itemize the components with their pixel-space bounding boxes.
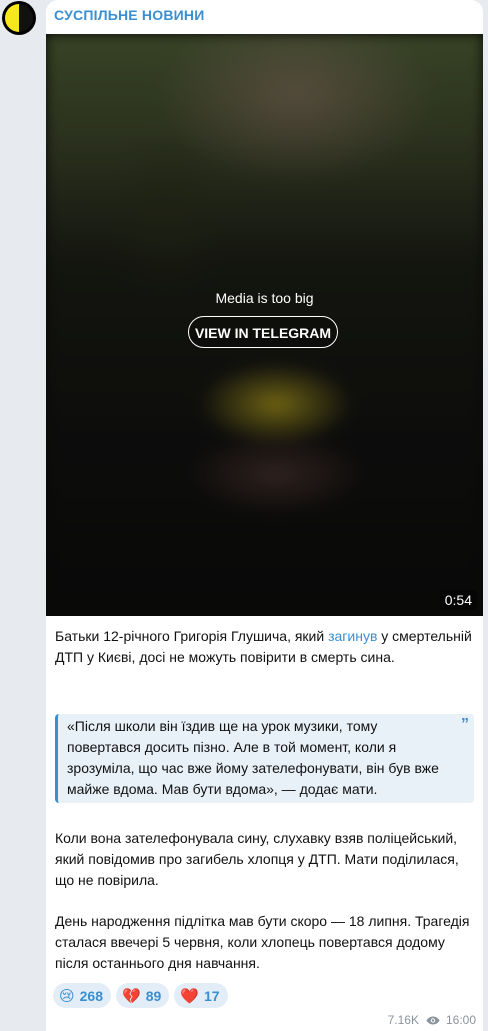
eye-icon: [426, 1016, 440, 1025]
channel-avatar[interactable]: [2, 1, 36, 35]
crying-face-icon: 😢: [59, 987, 75, 1005]
quote-icon: ”: [461, 716, 469, 733]
media-too-big-message: Media is too big: [215, 290, 314, 306]
reaction-count: 268: [79, 987, 103, 1004]
message-bubble: СУСПІЛЬНЕ НОВИНИ Media is too big VIEW I…: [46, 0, 483, 1031]
reaction-heart[interactable]: ❤️ 17: [174, 983, 228, 1008]
video-preview[interactable]: Media is too big VIEW IN TELEGRAM 0:54: [46, 34, 483, 616]
message-meta: 7.16K 16:00: [388, 1013, 476, 1027]
quote-text: «Після школи він їздив ще на урок музики…: [67, 718, 439, 797]
post-paragraph-2: Коли вона зателефонувала сину, слухавку …: [55, 830, 459, 888]
reaction-count: 89: [145, 987, 162, 1004]
link-zahynuv[interactable]: загинув: [328, 628, 377, 644]
reaction-crying[interactable]: 😢 268: [53, 983, 111, 1008]
blockquote: «Після школи він їздив ще на урок музики…: [55, 714, 474, 803]
reactions-bar: 😢 268 💔 89 ❤️ 17: [53, 983, 228, 1008]
post-paragraph-3: День народження підлітка мав бути скоро …: [55, 913, 470, 971]
broken-heart-icon: 💔: [122, 987, 141, 1005]
red-heart-icon: ❤️: [180, 987, 199, 1005]
channel-name[interactable]: СУСПІЛЬНЕ НОВИНИ: [54, 7, 204, 23]
view-in-telegram-button[interactable]: VIEW IN TELEGRAM: [188, 316, 338, 348]
reaction-count: 17: [203, 987, 220, 1004]
view-count: 7.16K: [387, 1013, 419, 1027]
post-paragraph-1: Батьки 12-річного Григорія Глушича, який…: [55, 628, 472, 665]
message-time: 16:00: [445, 1013, 476, 1027]
video-duration: 0:54: [439, 590, 477, 610]
reaction-broken-heart[interactable]: 💔 89: [116, 983, 170, 1008]
